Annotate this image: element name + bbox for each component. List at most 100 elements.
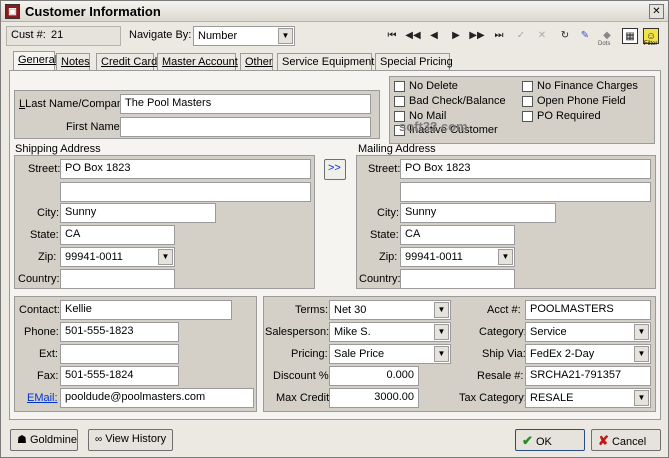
- ship-country-input[interactable]: [60, 269, 175, 289]
- mail-zip-label: Zip:: [379, 251, 398, 263]
- fast-back-icon[interactable]: ◀◀: [405, 28, 421, 44]
- mail-zip-select[interactable]: 99941-0011 ▼: [400, 247, 515, 267]
- email-link[interactable]: EMail:: [27, 392, 58, 404]
- bad-check-checkbox[interactable]: [394, 96, 405, 107]
- confirm-disabled-icon[interactable]: ✓: [513, 28, 529, 44]
- first-name-input[interactable]: [120, 117, 371, 137]
- mail-state-input[interactable]: CA: [400, 225, 515, 245]
- chevron-down-icon[interactable]: ▼: [634, 324, 649, 340]
- chevron-down-icon[interactable]: ▼: [158, 249, 173, 265]
- ship-city-input[interactable]: Sunny: [60, 203, 216, 223]
- mail-street2-input[interactable]: [400, 182, 651, 202]
- email-input[interactable]: pooldude@poolmasters.com: [60, 388, 254, 408]
- chevron-down-icon[interactable]: ▼: [434, 346, 449, 362]
- ship-zip-label: Zip:: [38, 251, 57, 263]
- discount-input[interactable]: 0.000: [329, 366, 419, 386]
- save-icon[interactable]: ▦: [622, 28, 638, 44]
- fax-label: Fax:: [37, 370, 59, 382]
- tab-label: Master Account: [162, 56, 238, 68]
- tab-general[interactable]: General: [13, 51, 57, 71]
- shipping-title: Shipping Address: [15, 143, 101, 155]
- cancel-button[interactable]: ✘ Cancel: [591, 429, 661, 451]
- mail-country-input[interactable]: [400, 269, 515, 289]
- mail-state-label: State:: [370, 229, 399, 241]
- edit-pencil-icon[interactable]: ✎: [577, 28, 593, 44]
- tab-label: Other: [245, 56, 273, 68]
- ext-label: Ext:: [39, 348, 58, 360]
- chevron-down-icon[interactable]: ▼: [634, 390, 649, 406]
- tab-credit-card[interactable]: Credit Card: [96, 53, 157, 70]
- mailing-title: Mailing Address: [358, 143, 436, 155]
- terms-label: Terms:: [295, 304, 328, 316]
- chevron-down-icon[interactable]: ▼: [434, 302, 449, 318]
- tax-category-select[interactable]: RESALE ▼: [525, 388, 651, 408]
- ship-via-value: FedEx 2-Day: [530, 348, 595, 360]
- last-name-input[interactable]: The Pool Masters: [120, 94, 371, 114]
- ok-label: OK: [535, 436, 552, 448]
- view-history-label: View History: [105, 433, 167, 445]
- terms-select[interactable]: Net 30 ▼: [329, 300, 451, 320]
- chevron-down-icon[interactable]: ▼: [498, 249, 513, 265]
- fax-input[interactable]: 501-555-1824: [60, 366, 179, 386]
- tab-label: Service Equipment: [282, 56, 375, 68]
- ship-street1-input[interactable]: PO Box 1823: [60, 159, 311, 179]
- ship-via-select[interactable]: FedEx 2-Day ▼: [525, 344, 651, 364]
- acct-label: Acct #:: [487, 304, 521, 316]
- fast-forward-icon[interactable]: ▶▶: [469, 28, 485, 44]
- first-record-icon[interactable]: ⏮: [384, 28, 400, 44]
- cust-number-label: Cust #:: [11, 29, 46, 41]
- ship-country-label: Country:: [18, 273, 60, 285]
- category-value: Service: [530, 326, 567, 338]
- close-icon[interactable]: ✕: [649, 4, 664, 19]
- salesperson-select[interactable]: Mike S. ▼: [329, 322, 451, 342]
- acct-input[interactable]: POOLMASTERS: [525, 300, 651, 320]
- tab-label: Notes: [61, 56, 90, 68]
- cancel-disabled-icon[interactable]: ✕: [534, 28, 550, 44]
- ship-zip-select[interactable]: 99941-0011 ▼: [60, 247, 175, 267]
- chevron-down-icon[interactable]: ▼: [434, 324, 449, 340]
- no-finance-checkbox[interactable]: [522, 81, 533, 92]
- next-record-icon[interactable]: ▶: [448, 28, 464, 44]
- title-bar: ▣ Customer Information ✕: [1, 1, 668, 22]
- mail-city-input[interactable]: Sunny: [400, 203, 556, 223]
- ext-input[interactable]: [60, 344, 179, 364]
- tab-notes[interactable]: Notes: [56, 53, 90, 70]
- chevron-down-icon[interactable]: ▼: [634, 346, 649, 362]
- chevron-down-icon[interactable]: ▼: [278, 28, 293, 44]
- phone-label: Phone:: [24, 326, 59, 338]
- category-label: Category:: [479, 326, 527, 338]
- view-history-button[interactable]: ∞ View History: [88, 429, 173, 451]
- tab-special-pricing[interactable]: Special Pricing: [375, 53, 453, 70]
- phone-input[interactable]: 501-555-1823: [60, 322, 179, 342]
- goldmine-icon: ☗: [17, 434, 27, 446]
- last-record-icon[interactable]: ⏭: [491, 28, 507, 44]
- mail-street1-input[interactable]: PO Box 1823: [400, 159, 651, 179]
- tab-master-account[interactable]: Master Account: [157, 53, 238, 70]
- open-phone-checkbox[interactable]: [522, 96, 533, 107]
- category-select[interactable]: Service ▼: [525, 322, 651, 342]
- no-delete-checkbox[interactable]: [394, 81, 405, 92]
- goldmine-label: Goldmine: [29, 434, 78, 446]
- discount-label: Discount %:: [273, 370, 332, 382]
- tab-service-equipment[interactable]: Service Equipment: [277, 53, 375, 70]
- copy-address-button[interactable]: >>: [324, 159, 346, 180]
- resale-input[interactable]: SRCHA21-791357: [525, 366, 651, 386]
- watermark: soft32.com: [399, 119, 468, 134]
- po-required-checkbox[interactable]: [522, 111, 533, 122]
- ok-button[interactable]: ✔ OK: [515, 429, 585, 451]
- navigate-by-select[interactable]: Number ▼: [193, 26, 295, 46]
- mail-city-label: City:: [377, 207, 399, 219]
- ship-street2-input[interactable]: [60, 182, 311, 202]
- tab-other[interactable]: Other: [240, 53, 273, 70]
- prev-record-icon[interactable]: ◀: [426, 28, 442, 44]
- no-finance-label: No Finance Charges: [537, 80, 638, 92]
- contact-label: Contact:: [19, 304, 60, 316]
- contact-input[interactable]: Kellie: [60, 300, 232, 320]
- ship-state-input[interactable]: CA: [60, 225, 175, 245]
- navigate-by-value: Number: [198, 30, 238, 42]
- pricing-select[interactable]: Sale Price ▼: [329, 344, 451, 364]
- refresh-icon[interactable]: ↻: [557, 28, 573, 44]
- goldmine-button[interactable]: ☗ Goldmine: [10, 429, 78, 451]
- max-credit-input[interactable]: 3000.00: [329, 388, 419, 408]
- pricing-label: Pricing:: [291, 348, 328, 360]
